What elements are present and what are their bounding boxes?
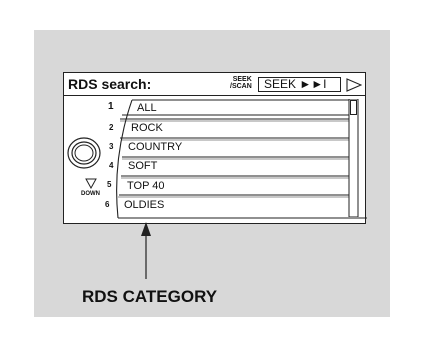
callout-label: RDS CATEGORY — [82, 287, 218, 306]
